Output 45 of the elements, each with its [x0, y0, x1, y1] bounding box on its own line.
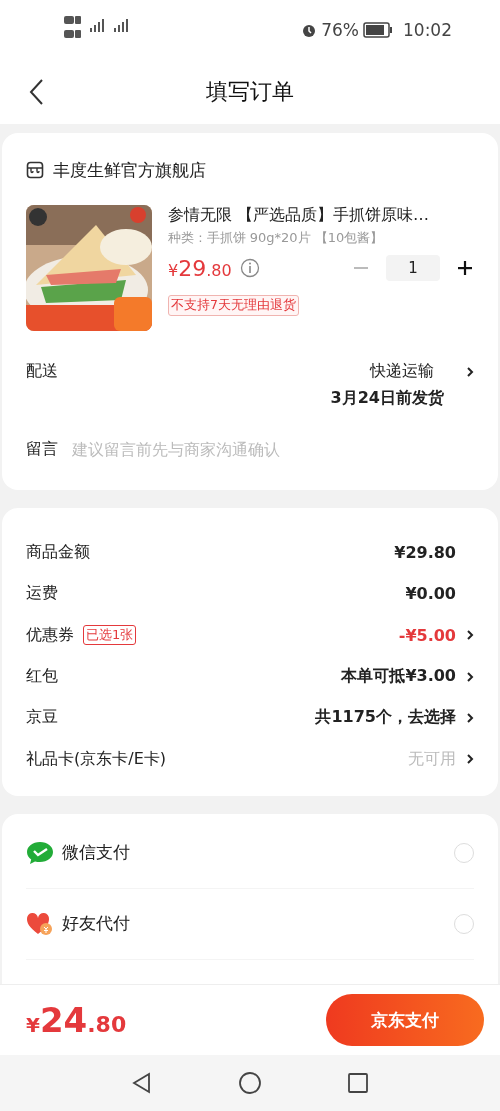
info-icon[interactable] [239, 258, 260, 278]
product-title: 参情无限 【严选品质】手抓饼原味… [168, 205, 431, 226]
summary-label: 礼品卡(京东卡/E卡) [26, 748, 166, 770]
payment-method-name[interactable]: 好友代付 [62, 912, 130, 936]
chevron-icon[interactable] [466, 711, 474, 724]
summary-label: 京豆 [26, 707, 58, 729]
total-price: ¥24.80 [26, 1000, 127, 1040]
product-spec: 种类 : 手抓饼 90g*20片 【10包酱】 [168, 229, 385, 247]
delivery-label: 配送 [26, 361, 58, 382]
store-icon [26, 161, 44, 179]
recents-icon[interactable] [346, 1071, 370, 1095]
summary-label: 优惠券 [26, 624, 74, 646]
battery-percent: 76% [321, 20, 359, 40]
message-label: 留言 [26, 439, 58, 460]
home-icon[interactable] [238, 1071, 262, 1095]
chat-bubble-icon [26, 839, 54, 866]
clock: 10:02 [403, 20, 452, 40]
quantity-field[interactable]: 1 [386, 255, 440, 281]
chevron-icon[interactable] [466, 365, 474, 378]
coupon-tag: 已选1张 [83, 625, 137, 646]
return-policy-tag: 不支持7天无理由退货 [168, 295, 299, 316]
chevron-icon[interactable] [466, 753, 474, 766]
alarm-icon [301, 22, 318, 38]
delivery-method[interactable]: 快递运输 [370, 361, 434, 382]
chevron-icon[interactable] [466, 629, 474, 642]
summary-value: ¥29.80 [394, 543, 456, 563]
summary-label: 商品金额 [26, 542, 90, 564]
summary-label: 运费 [26, 583, 58, 605]
store-name: 丰度生鲜官方旗舰店 [53, 158, 206, 182]
product-price: ¥29.80 [168, 255, 232, 281]
pay-button[interactable]: 京东支付 [326, 994, 484, 1046]
summary-label: 红包 [26, 666, 58, 688]
summary-value: ¥0.00 [405, 584, 456, 604]
summary-value[interactable]: -¥5.00 [398, 625, 456, 645]
payment-method-name[interactable]: 微信支付 [62, 841, 130, 865]
chevron-icon[interactable] [466, 670, 474, 683]
summary-value[interactable]: 本单可抵¥3.00 [341, 666, 456, 688]
shipping-date: 3月24日前发货 [330, 388, 444, 409]
page-title: 填写订单 [206, 78, 294, 106]
battery-icon [363, 22, 393, 38]
plus-icon[interactable] [456, 259, 474, 277]
heart-coin-icon [26, 910, 54, 937]
back-icon[interactable] [28, 78, 44, 106]
message-field[interactable]: 建议留言前先与商家沟通确认 [72, 440, 474, 459]
summary-value[interactable]: 共1175个，去选择 [315, 707, 456, 729]
